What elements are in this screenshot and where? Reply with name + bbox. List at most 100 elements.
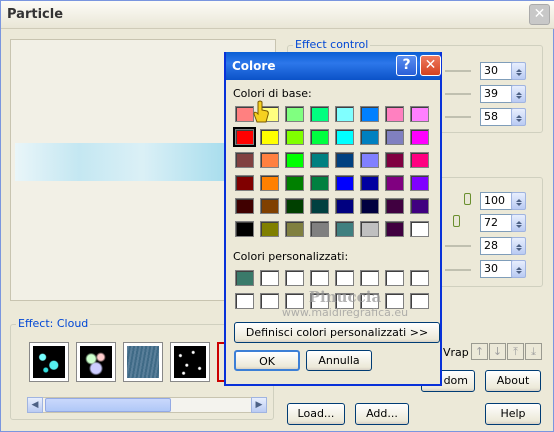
color-swatch[interactable] [235, 175, 254, 191]
about-button[interactable]: About [485, 370, 541, 392]
color-swatch[interactable] [285, 152, 304, 168]
define-custom-colors-button[interactable]: Definisci colori personalizzati >> [234, 322, 440, 343]
scroll-right-icon[interactable]: ▶ [251, 397, 267, 413]
color-swatch[interactable] [385, 270, 404, 286]
color-swatch[interactable] [360, 106, 379, 122]
color-swatch[interactable] [310, 221, 329, 237]
spin-input[interactable]: 28 [480, 237, 514, 255]
color-swatch[interactable] [410, 129, 429, 145]
color-swatch[interactable] [235, 270, 254, 286]
color-swatch[interactable] [310, 198, 329, 214]
color-swatch[interactable] [335, 270, 354, 286]
color-swatch[interactable] [285, 198, 304, 214]
spin-input[interactable]: 39 [480, 85, 514, 103]
color-swatch[interactable] [260, 198, 279, 214]
color-swatch[interactable] [285, 221, 304, 237]
spin-arrows-icon[interactable] [511, 214, 526, 232]
color-swatch[interactable] [335, 152, 354, 168]
load-button[interactable]: Load... [287, 403, 345, 425]
color-swatch[interactable] [233, 127, 256, 147]
color-swatch[interactable] [360, 175, 379, 191]
ok-button[interactable]: OK [234, 350, 300, 371]
color-swatch[interactable] [310, 152, 329, 168]
color-swatch[interactable] [360, 129, 379, 145]
watermark-name: Pinuccia [308, 288, 382, 306]
color-swatch[interactable] [335, 129, 354, 145]
color-swatch[interactable] [260, 129, 279, 145]
slider-track[interactable] [445, 269, 471, 271]
thumbnail-bubbles[interactable] [29, 342, 69, 382]
slider-track[interactable] [445, 245, 471, 247]
color-swatch[interactable] [310, 270, 329, 286]
dialog-titlebar[interactable]: Colore ? ✕ [226, 52, 441, 80]
color-swatch[interactable] [335, 106, 354, 122]
spin-input[interactable]: 30 [480, 260, 514, 278]
slider-thumb-icon[interactable] [464, 193, 471, 205]
color-swatch[interactable] [385, 198, 404, 214]
color-swatch[interactable] [235, 198, 254, 214]
color-swatch[interactable] [235, 152, 254, 168]
color-swatch[interactable] [385, 129, 404, 145]
color-swatch[interactable] [260, 221, 279, 237]
color-swatch[interactable] [410, 270, 429, 286]
color-swatch[interactable] [335, 175, 354, 191]
slider-track[interactable] [445, 93, 471, 95]
color-swatch[interactable] [235, 221, 254, 237]
color-swatch[interactable] [385, 106, 404, 122]
color-swatch[interactable] [260, 152, 279, 168]
color-swatch[interactable] [260, 270, 279, 286]
spin-input[interactable]: 30 [480, 62, 514, 80]
color-swatch[interactable] [260, 175, 279, 191]
color-swatch[interactable] [410, 198, 429, 214]
up-arrow-icon[interactable]: ↑ [471, 343, 488, 360]
slider-track[interactable] [445, 70, 471, 72]
color-swatch[interactable] [360, 198, 379, 214]
color-swatch[interactable] [360, 152, 379, 168]
color-swatch[interactable] [310, 106, 329, 122]
spin-arrows-icon[interactable] [511, 62, 526, 80]
add-button[interactable]: Add... [355, 403, 409, 425]
down-arrow-icon[interactable]: ↓ [489, 343, 506, 360]
spin-arrows-icon[interactable] [511, 192, 526, 210]
cancel-button[interactable]: Annulla [306, 350, 372, 371]
color-swatch[interactable] [285, 129, 304, 145]
color-swatch[interactable] [410, 221, 429, 237]
bottom-arrow-icon[interactable]: ⤓ [525, 343, 542, 360]
top-arrow-icon[interactable]: ⤒ [507, 343, 524, 360]
color-swatch[interactable] [410, 152, 429, 168]
thumbnail-sparkles[interactable] [76, 342, 116, 382]
spin-arrows-icon[interactable] [511, 237, 526, 255]
color-swatch[interactable] [360, 270, 379, 286]
color-swatch[interactable] [235, 293, 254, 309]
color-swatch[interactable] [335, 198, 354, 214]
color-swatch[interactable] [335, 221, 354, 237]
spin-arrows-icon[interactable] [511, 260, 526, 278]
spin-input[interactable]: 100 [480, 192, 514, 210]
color-swatch[interactable] [385, 221, 404, 237]
window-titlebar[interactable]: Particle ✕ [1, 1, 554, 29]
color-swatch[interactable] [410, 175, 429, 191]
color-swatch[interactable] [310, 129, 329, 145]
close-icon[interactable]: ✕ [420, 55, 441, 76]
help-icon[interactable]: ? [396, 55, 417, 76]
slider-track[interactable] [445, 116, 471, 118]
thumbnail-stars[interactable] [170, 342, 210, 382]
spin-input[interactable]: 58 [480, 108, 514, 126]
scroll-left-icon[interactable]: ◀ [27, 397, 43, 413]
color-swatch[interactable] [285, 175, 304, 191]
color-swatch[interactable] [410, 106, 429, 122]
scroll-thumb[interactable] [45, 398, 171, 412]
thumbnail-rain[interactable] [123, 342, 163, 382]
slider-thumb-icon[interactable] [453, 215, 460, 227]
color-swatch[interactable] [285, 270, 304, 286]
spin-arrows-icon[interactable] [511, 85, 526, 103]
color-swatch[interactable] [385, 175, 404, 191]
spin-input[interactable]: 72 [480, 214, 514, 232]
color-swatch[interactable] [310, 175, 329, 191]
color-swatch[interactable] [360, 221, 379, 237]
spin-arrows-icon[interactable] [511, 108, 526, 126]
help-button[interactable]: Help [485, 403, 541, 425]
color-swatch[interactable] [285, 106, 304, 122]
color-swatch[interactable] [385, 152, 404, 168]
close-icon[interactable]: ✕ [529, 4, 550, 25]
